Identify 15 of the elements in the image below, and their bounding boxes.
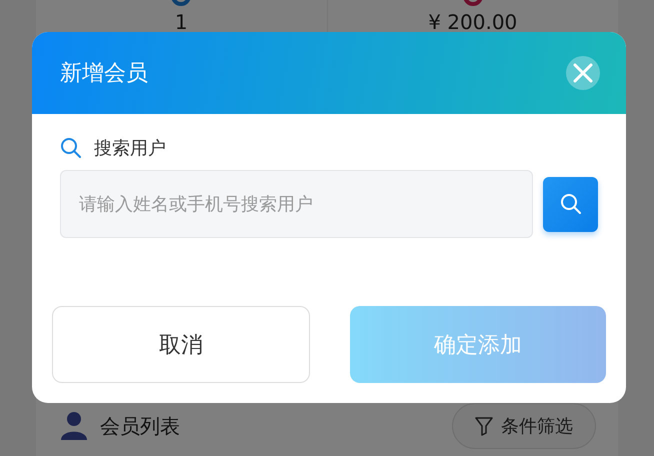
cancel-button[interactable]: 取消 bbox=[52, 306, 310, 383]
filter-icon bbox=[475, 416, 493, 436]
stat-value: ¥ 200.00 bbox=[428, 10, 518, 34]
close-icon bbox=[573, 63, 593, 83]
stat-value: 1 bbox=[174, 10, 188, 34]
dialog-title: 新增会员 bbox=[60, 60, 148, 88]
section-title: 会员列表 bbox=[100, 412, 181, 440]
close-button[interactable] bbox=[566, 56, 600, 90]
search-icon bbox=[560, 193, 582, 215]
search-field[interactable]: 请输入姓名或手机号搜索用户 bbox=[60, 170, 533, 238]
filter-button[interactable]: 条件筛选 bbox=[452, 403, 596, 449]
search-icon bbox=[60, 137, 82, 159]
person-icon bbox=[60, 411, 88, 441]
search-button[interactable] bbox=[543, 176, 598, 232]
search-label: 搜索用户 bbox=[94, 137, 166, 160]
